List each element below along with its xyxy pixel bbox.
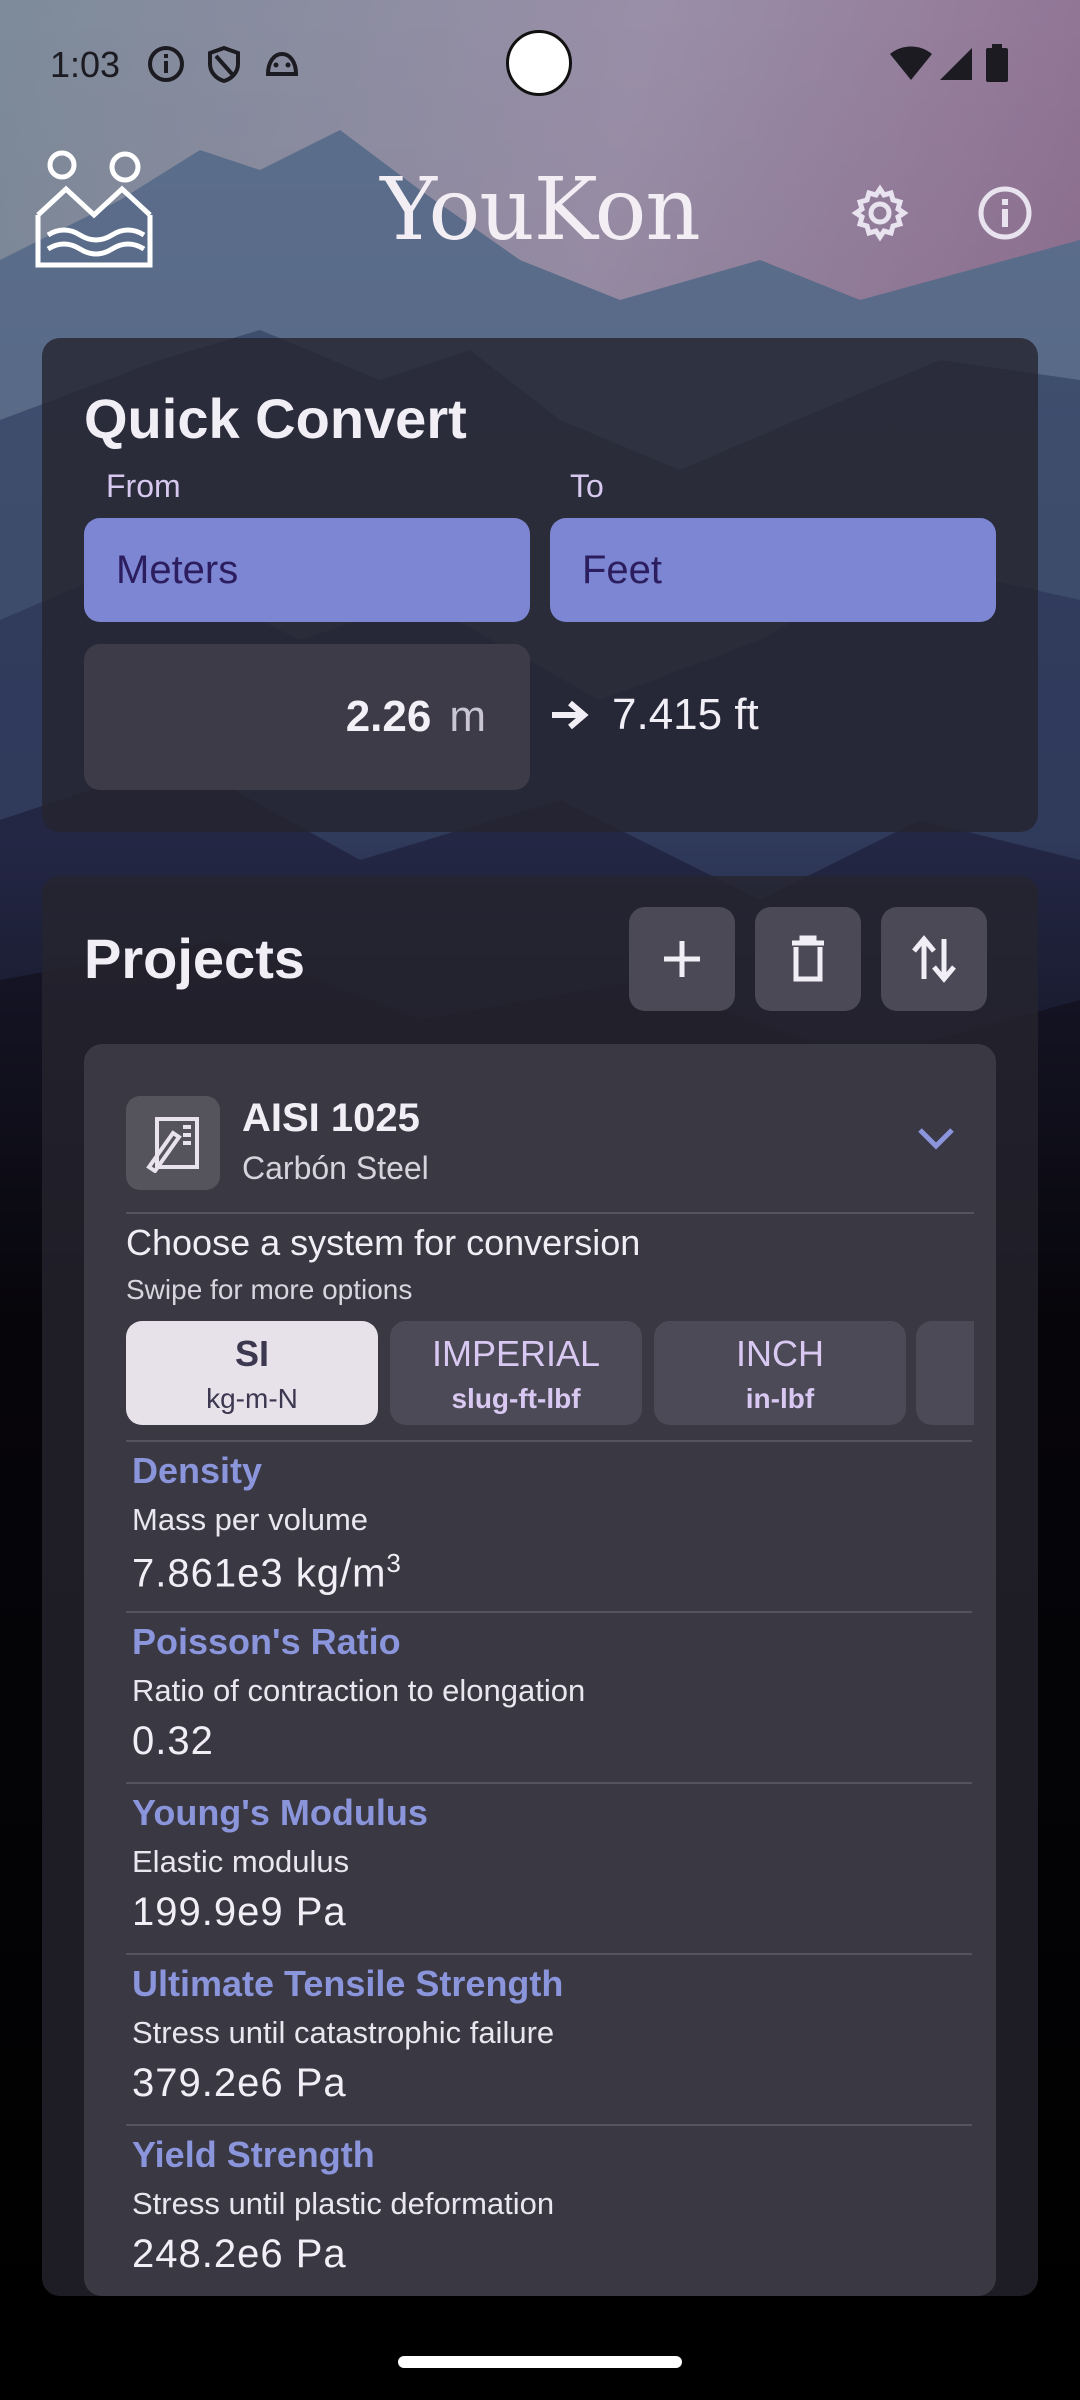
to-unit-select[interactable]: Feet (550, 518, 996, 622)
chevron-down-icon (918, 1128, 954, 1150)
system-units: slug-ft-lbf (451, 1383, 581, 1414)
collapse-button[interactable] (916, 1124, 972, 1164)
result-value: 7.415 ft (612, 690, 759, 739)
property-density: Density Mass per volume 7.861e3 kg/m3 (132, 1450, 974, 1596)
property-ultimate-tensile-strength: Ultimate Tensile Strength Stress until c… (132, 1963, 974, 2106)
to-label: To (570, 468, 604, 504)
system-si[interactable]: SI kg-m-N (126, 1321, 378, 1425)
property-description: Mass per volume (132, 1502, 369, 1537)
front-camera (506, 30, 572, 96)
system-next[interactable] (916, 1321, 974, 1425)
property-value: 248.2e6 Pa (132, 2232, 347, 2276)
settings-button[interactable] (845, 178, 915, 248)
choose-system-text: Choose a system for conversion (126, 1222, 641, 1263)
property-description: Elastic modulus (132, 1844, 350, 1879)
system-name: SI (234, 1333, 269, 1374)
property-description: Stress until plastic deformation (132, 2186, 555, 2221)
divider (126, 1440, 972, 1442)
navigation-area (0, 2296, 1080, 2400)
system-units: kg-m-N (206, 1383, 298, 1414)
project-icon (126, 1096, 220, 1190)
divider (126, 1782, 972, 1784)
sort-projects-button[interactable] (881, 907, 987, 1011)
input-value: 2.26 (345, 692, 432, 741)
projects-title: Projects (84, 927, 305, 990)
property-description: Stress until catastrophic failure (132, 2015, 555, 2050)
divider (126, 1212, 974, 1214)
property-value: 0.32 (132, 1719, 214, 1763)
system-name: INCH (736, 1333, 824, 1374)
battery-icon (986, 44, 1008, 82)
from-unit-select[interactable]: Meters (84, 518, 530, 622)
swap-vertical-icon (912, 935, 956, 983)
arrow-right-icon (552, 700, 589, 730)
divider (126, 1611, 972, 1613)
home-indicator[interactable] (398, 2356, 682, 2368)
project-name: AISI 1025 (242, 1096, 420, 1140)
swipe-hint: Swipe for more options (126, 1274, 413, 1305)
ruler-pencil-icon (146, 1117, 199, 1173)
property-name: Young's Modulus (132, 1792, 428, 1833)
property-name: Ultimate Tensile Strength (132, 1963, 564, 2004)
to-unit-value: Feet (582, 547, 663, 592)
property-name: Poisson's Ratio (132, 1621, 401, 1662)
divider (126, 2124, 972, 2126)
property-youngs-modulus: Young's Modulus Elastic modulus 199.9e9 … (132, 1792, 974, 1935)
add-project-button[interactable] (629, 907, 735, 1011)
status-time: 1:03 (50, 44, 121, 85)
wifi-icon (890, 46, 932, 80)
from-label: From (106, 468, 181, 504)
info-icon (978, 186, 1032, 240)
conversion-result: 7.415 ft (550, 690, 759, 740)
project-subtitle: Carbón Steel (242, 1150, 429, 1186)
signal-icon (940, 48, 972, 80)
divider (126, 1953, 972, 1955)
value-input[interactable]: 2.26 m (84, 644, 530, 790)
property-yield-strength: Yield Strength Stress until plastic defo… (132, 2134, 974, 2277)
quick-convert-title: Quick Convert (84, 387, 467, 450)
property-value: 379.2e6 Pa (132, 2061, 347, 2105)
system-imperial[interactable]: IMPERIAL slug-ft-lbf (390, 1321, 642, 1425)
add-icon (664, 941, 700, 977)
property-name: Yield Strength (132, 2134, 375, 2175)
input-unit: m (449, 692, 486, 741)
info-button[interactable] (970, 178, 1040, 248)
property-description: Ratio of contraction to elongation (132, 1673, 586, 1708)
from-unit-value: Meters (116, 547, 239, 592)
android-icon (265, 51, 299, 76)
system-inch[interactable]: INCH in-lbf (654, 1321, 906, 1425)
system-name: IMPERIAL (431, 1333, 601, 1374)
status-bar: 1:03 (0, 0, 1080, 130)
app-title: YouKon (380, 160, 701, 260)
property-poissons-ratio: Poisson's Ratio Ratio of contraction to … (132, 1621, 974, 1764)
system-units: in-lbf (745, 1383, 815, 1414)
property-value: 199.9e9 Pa (132, 1890, 347, 1934)
properties-list: Density Mass per volume 7.861e3 kg/m3 Po… (126, 1440, 974, 2296)
youkon-logo (35, 150, 153, 268)
property-value: 7.861e3 kg/m3 (132, 1548, 402, 1596)
delete-project-button[interactable] (755, 907, 861, 1011)
system-selector[interactable]: SI kg-m-N IMPERIAL slug-ft-lbf INCH in-l… (126, 1321, 974, 1425)
trash-icon (792, 935, 824, 982)
property-name: Density (132, 1450, 263, 1491)
shield-icon (208, 45, 240, 84)
gear-icon (851, 184, 909, 242)
info-icon (148, 46, 184, 82)
